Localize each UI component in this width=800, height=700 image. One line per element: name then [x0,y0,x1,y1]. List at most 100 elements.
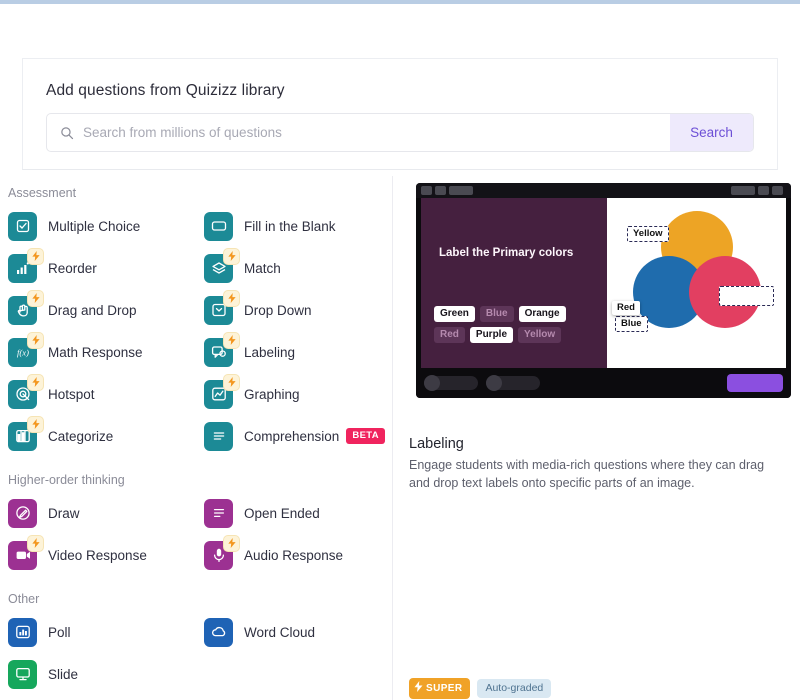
super-bolt-icon [223,247,240,265]
preview-chrome-dot [772,186,783,195]
question-type-word-cloud[interactable]: Word Cloud [196,611,392,653]
preview-answer-chip: Blue [479,306,514,322]
beta-badge: BETA [346,428,386,444]
icon-wrap [8,617,37,647]
question-type-hotspot[interactable]: Hotspot [0,373,196,415]
question-type-label: Drop Down [244,302,312,318]
lines-icon [204,421,233,451]
icon-wrap [204,421,233,451]
question-type-drop-down[interactable]: Drop Down [196,289,392,331]
section-heading-assessment: Assessment [8,186,77,200]
question-type-draw[interactable]: Draw [0,492,196,534]
preview-answer-chips: Green Blue Orange Red Purple Yellow [434,306,606,348]
question-type-label: Drag and Drop [48,302,137,318]
icon-wrap [8,498,37,528]
section-heading-other: Other [8,592,40,606]
question-type-reorder[interactable]: Reorder [0,247,196,289]
question-type-label: Draw [48,505,80,521]
icon-wrap [204,617,233,647]
question-type-open-ended[interactable]: Open Ended [196,492,392,534]
preview-image-panel: Yellow Blue Red [607,198,786,368]
question-type-match[interactable]: Match [196,247,392,289]
preview-submit-button [727,374,783,392]
super-bolt-icon [27,373,44,391]
question-type-label: Graphing [244,386,300,402]
preview-player-pill [486,375,540,391]
question-type-label: Poll [48,624,71,640]
search-button[interactable]: Search [670,114,753,151]
icon-wrap [8,534,44,570]
text-lines-icon [204,498,233,528]
preview-pane: Label the Primary colors Green Blue Orange… [392,176,800,700]
pencil-circle-icon [8,498,37,528]
image-label-empty-slot [719,286,774,306]
preview-bottom-bar [416,368,791,398]
lightning-bolt-icon [414,681,423,695]
icon-wrap [8,289,44,325]
super-bolt-icon [223,534,240,552]
icon-wrap [204,211,233,241]
question-type-label: Slide [48,666,79,682]
preview-answer-chip: Green [434,306,475,322]
question-type-slide[interactable]: Slide [0,653,196,695]
monitor-icon [8,659,37,689]
super-bolt-icon [223,373,240,391]
question-type-audio-response[interactable]: Audio Response [196,534,392,576]
preview-answer-chip: Purple [469,327,514,343]
checkbox-icon [8,211,37,241]
preview-chrome-dot [435,186,446,195]
preview-chrome-dot [758,186,769,195]
cloud-icon [204,617,233,647]
super-bolt-icon [27,534,44,552]
question-type-video-response[interactable]: Video Response [0,534,196,576]
super-badge: SUPER [409,678,471,699]
search-input[interactable] [74,125,670,140]
icon-wrap [8,415,44,451]
assessment-grid: Multiple Choice Fill in the Blank Reorde… [0,205,392,457]
top-blank-area [0,4,800,58]
icon-wrap [8,247,44,283]
question-type-labeling[interactable]: Labeling [196,331,392,373]
question-type-multiple-choice[interactable]: Multiple Choice [0,205,196,247]
icon-wrap [8,659,37,689]
question-type-label: Hotspot [48,386,95,402]
preview-answer-chip: Red [434,327,465,343]
search-bar[interactable]: Search [46,113,754,152]
question-type-comprehension[interactable]: Comprehension BETA [196,415,392,457]
poll-chart-icon [8,617,37,647]
question-type-label: Labeling [244,344,296,360]
question-type-math-response[interactable]: f(x) Math Response [0,331,196,373]
preview-chrome-dot [449,186,473,195]
image-label-red: Red [612,301,640,315]
icon-wrap [204,289,240,325]
question-type-label: Fill in the Blank [244,218,336,234]
preview-top-bar [416,183,791,198]
super-bolt-icon [223,289,240,307]
icon-wrap [204,534,240,570]
preview-chrome-dot [731,186,755,195]
super-badge-label: SUPER [426,682,463,694]
question-type-drag-and-drop[interactable]: Drag and Drop [0,289,196,331]
question-type-fill-in-the-blank[interactable]: Fill in the Blank [196,205,392,247]
icon-wrap [204,247,240,283]
question-type-label: Audio Response [244,547,344,563]
page-title: Add questions from Quizizz library [46,82,285,99]
question-type-label: Word Cloud [244,624,316,640]
super-bolt-icon [27,415,44,433]
question-type-list: Assessment Multiple Choice Fill in the B… [0,176,392,700]
question-type-categorize[interactable]: Categorize [0,415,196,457]
question-type-graphing[interactable]: Graphing [196,373,392,415]
image-label-yellow: Yellow [627,226,669,242]
section-heading-higher-order: Higher-order thinking [8,473,125,487]
preview-chrome-dot [421,186,432,195]
question-type-poll[interactable]: Poll [0,611,196,653]
preview-badges: SUPER Auto-graded [409,678,552,699]
icon-wrap [8,373,44,409]
question-type-label: Video Response [48,547,147,563]
other-grid: Poll Word Cloud Slide [0,611,392,695]
preview-screenshot: Label the Primary colors Green Blue Orange… [416,183,791,398]
icon-wrap: f(x) [8,331,44,367]
preview-title: Labeling [409,436,464,452]
auto-graded-badge: Auto-graded [477,679,552,698]
preview-description: Engage students with media-rich question… [409,458,765,490]
